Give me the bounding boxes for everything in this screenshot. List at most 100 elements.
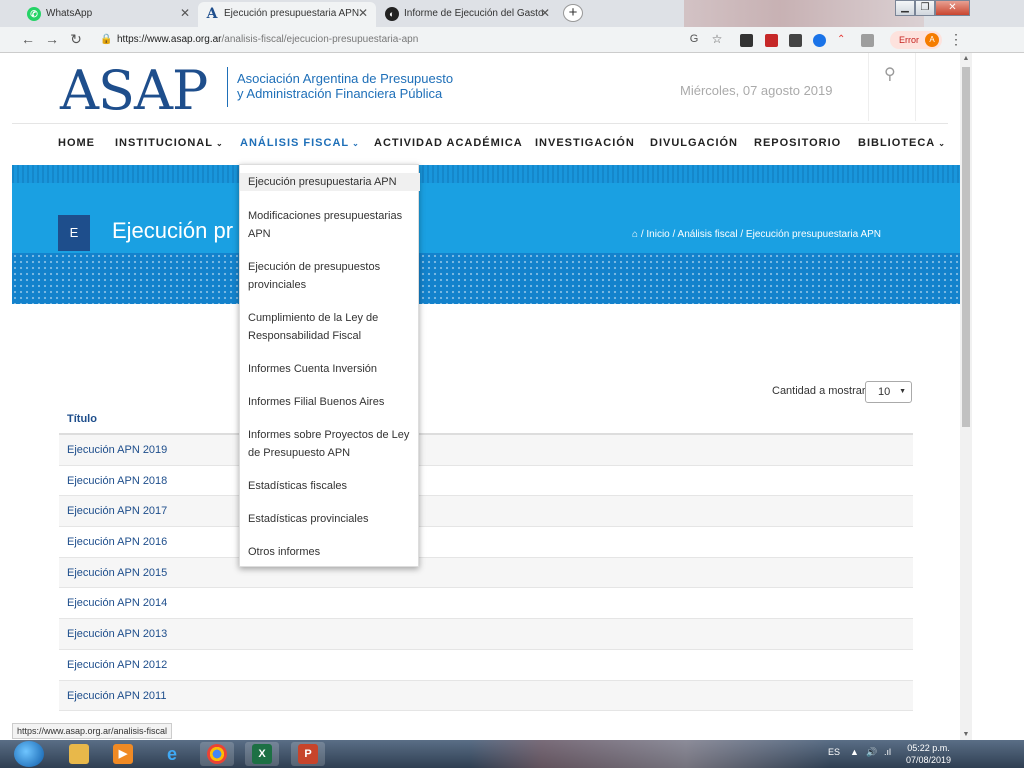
breadcrumb-analisis-fiscal[interactable]: Análisis fiscal xyxy=(678,229,738,240)
nav-repositorio[interactable]: REPOSITORIO xyxy=(754,137,841,149)
table-header[interactable]: Título xyxy=(59,403,913,435)
chrome-taskbar-button[interactable] xyxy=(200,742,234,766)
dropdown-item-label: Informes Filial Buenos Aires xyxy=(248,396,385,408)
tray-expand-icon[interactable]: ▲ xyxy=(850,747,859,757)
table-row[interactable]: Ejecución APN 2011 xyxy=(59,680,913,712)
dropdown-item-label: Modificaciones presupuestarias xyxy=(248,210,403,222)
dropdown-item-responsabilidad-fiscal[interactable]: Cumplimiento de la Ley de Responsabilidad… xyxy=(240,309,420,345)
network-signal-icon[interactable]: .ıl xyxy=(884,747,891,757)
nav-home[interactable]: HOME xyxy=(58,137,95,149)
nav-home-label: HOME xyxy=(58,137,95,149)
close-tab-icon[interactable]: ✕ xyxy=(358,2,368,25)
close-tab-icon[interactable]: ✕ xyxy=(180,2,190,25)
media-player-button[interactable]: ▶ xyxy=(106,742,140,766)
header-divider xyxy=(12,123,948,124)
close-tab-icon[interactable]: ✕ xyxy=(540,2,550,25)
table-row[interactable]: Ejecución APN 2017 xyxy=(59,496,913,528)
asap-icon: A xyxy=(206,6,218,22)
url-input[interactable]: 🔒 https://www.asap.org.ar/analisis-fiscal… xyxy=(92,31,732,49)
dropdown-item-label: Responsabilidad Fiscal xyxy=(248,330,362,342)
forward-button[interactable]: → xyxy=(44,31,60,47)
home-icon[interactable]: ⌂ xyxy=(632,229,638,240)
volume-icon[interactable]: 🔊 xyxy=(866,747,877,758)
tab-ejecucion-apn[interactable]: A Ejecución presupuestaria APN ✕ xyxy=(198,2,376,27)
pdf-extension-icon[interactable] xyxy=(765,34,778,47)
nav-biblioteca-label: BIBLIOTECA xyxy=(858,137,936,149)
page-size-value: 10 xyxy=(878,386,891,398)
nav-analisis-fiscal[interactable]: ANÁLISIS FISCAL ⌄ xyxy=(240,137,360,149)
maximize-button[interactable]: ❐ xyxy=(915,0,935,16)
logo-subtitle-line-1: Asociación Argentina de Presupuesto xyxy=(237,71,454,86)
tab-informe-gasto[interactable]: ◐ Informe de Ejecución del Gasto ✕ xyxy=(378,2,558,27)
chrome-menu-icon[interactable]: ⋮ xyxy=(948,31,964,47)
asap-logo[interactable]: ASAP xyxy=(60,59,208,122)
table-row[interactable]: Ejecución APN 2018 xyxy=(59,466,913,497)
dropdown-item-otros-informes[interactable]: Otros informes xyxy=(240,543,420,561)
nav-biblioteca[interactable]: BIBLIOTECA ⌄ xyxy=(858,137,946,149)
page-scrollbar[interactable]: ▲ ▼ xyxy=(960,53,972,740)
dropdown-item-filial-buenos-aires[interactable]: Informes Filial Buenos Aires xyxy=(240,393,420,411)
search-icon: ⚲ xyxy=(884,66,896,83)
nav-institucional-label: INSTITUCIONAL xyxy=(115,137,213,149)
close-window-button[interactable]: ✕ xyxy=(935,0,970,16)
extension-icon-4[interactable] xyxy=(813,34,826,47)
table-row[interactable]: Ejecución APN 2014 xyxy=(59,588,913,620)
dropdown-item-ejecucion-apn[interactable]: Ejecución presupuestaria APN xyxy=(240,173,420,191)
table-row[interactable]: Ejecución APN 2013 xyxy=(59,619,913,650)
dropdown-item-proyectos-ley[interactable]: Informes sobre Proyectos de Ley de Presup… xyxy=(240,426,420,462)
tab-whatsapp[interactable]: ✆ WhatsApp ✕ xyxy=(20,2,198,27)
powerpoint-taskbar-button[interactable]: P xyxy=(291,742,325,766)
table-row[interactable]: Ejecución APN 2019 xyxy=(59,435,913,466)
taskbar-background xyxy=(470,740,830,768)
page-title: Ejecución pr xyxy=(112,218,234,243)
file-explorer-button[interactable] xyxy=(62,742,96,766)
dropdown-item-cuenta-inversion[interactable]: Informes Cuenta Inversión xyxy=(240,360,420,378)
ie-icon: e xyxy=(166,744,177,764)
dropdown-item-label: Ejecución presupuestaria APN xyxy=(248,176,397,188)
table-row[interactable]: Ejecución APN 2015 xyxy=(59,557,913,589)
profile-error-button[interactable]: Error A xyxy=(890,31,942,49)
system-clock[interactable]: 05:22 p.m. 07/08/2019 xyxy=(906,742,951,766)
search-button[interactable]: ⚲ xyxy=(868,53,916,121)
new-tab-button[interactable]: + xyxy=(563,4,583,22)
nav-institucional[interactable]: INSTITUCIONAL ⌄ xyxy=(115,137,224,149)
nav-investigacion[interactable]: INVESTIGACIÓN xyxy=(535,137,635,149)
scroll-down-icon[interactable]: ▼ xyxy=(960,731,972,738)
scroll-up-icon[interactable]: ▲ xyxy=(960,55,972,62)
minimize-button[interactable]: ▁ xyxy=(895,0,915,16)
excel-taskbar-button[interactable]: X xyxy=(245,742,279,766)
scrollbar-thumb[interactable] xyxy=(962,67,970,427)
excel-icon: X xyxy=(252,744,272,764)
nav-divulgacion-label: DIVULGACIÓN xyxy=(650,137,738,149)
address-toolbar: ← → ↻ 🔒 https://www.asap.org.ar/analisis-… xyxy=(0,27,1024,53)
internet-explorer-button[interactable]: e xyxy=(155,742,189,766)
dropdown-item-modificaciones[interactable]: Modificaciones presupuestarias APN xyxy=(240,207,420,243)
back-button[interactable]: ← xyxy=(20,31,36,47)
nav-actividad-academica[interactable]: ACTIVIDAD ACADÉMICA xyxy=(374,137,523,149)
tab-title: Ejecución presupuestaria APN xyxy=(224,8,360,19)
table-row[interactable]: Ejecución APN 2012 xyxy=(59,650,913,681)
chevron-down-icon: ⌄ xyxy=(352,139,360,148)
extension-icon-5[interactable]: ⌃ xyxy=(837,34,850,47)
extension-g-icon[interactable]: G xyxy=(686,31,702,47)
dropdown-item-estadisticas-fiscales[interactable]: Estadísticas fiscales xyxy=(240,477,420,495)
reload-button[interactable]: ↻ xyxy=(68,31,84,47)
page-size-select[interactable]: 10 ▼ xyxy=(865,381,912,403)
start-button[interactable] xyxy=(14,741,44,767)
breadcrumb-inicio[interactable]: Inicio xyxy=(646,229,669,240)
logo-subtitle-line-2: y Administración Financiera Pública xyxy=(237,86,443,101)
bookmark-star-icon[interactable]: ☆ xyxy=(709,31,725,47)
dropdown-item-label: provinciales xyxy=(248,279,307,291)
extension-icon-3[interactable] xyxy=(789,34,802,47)
nav-divulgacion[interactable]: DIVULGACIÓN xyxy=(650,137,738,149)
table-row[interactable]: Ejecución APN 2016 xyxy=(59,527,913,558)
extension-icon-1[interactable] xyxy=(740,34,753,47)
dropdown-item-label: Estadísticas provinciales xyxy=(248,513,369,525)
tab-title: Informe de Ejecución del Gasto xyxy=(404,8,544,19)
dropdown-item-estadisticas-provinciales[interactable]: Estadísticas provinciales xyxy=(240,510,420,528)
chevron-down-icon: ⌄ xyxy=(215,139,224,148)
error-label: Error xyxy=(899,35,919,45)
language-indicator[interactable]: ES xyxy=(828,747,840,757)
dropdown-item-provinciales[interactable]: Ejecución de presupuestos provinciales xyxy=(240,258,420,294)
extension-icon-6[interactable] xyxy=(861,34,874,47)
